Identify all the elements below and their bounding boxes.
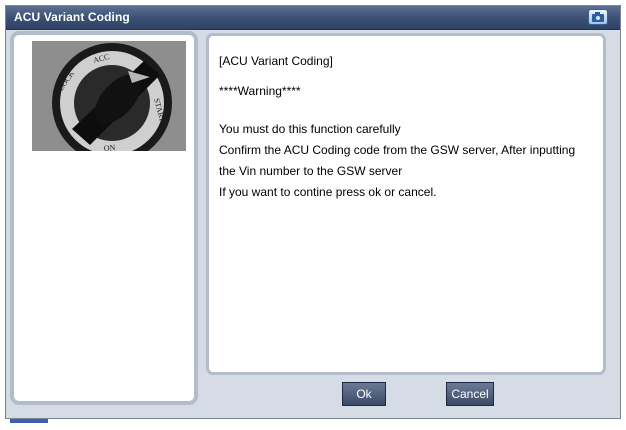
image-panel: LOCK ACC START ON (10, 31, 198, 405)
message-line: Confirm the ACU Coding code from the GSW… (219, 143, 576, 157)
message-line: If you want to contine press ok or cance… (219, 185, 437, 199)
ignition-key-icon: LOCK ACC START ON (32, 41, 186, 151)
message-panel: [ACU Variant Coding] ****Warning**** You… (206, 33, 606, 375)
camera-icon[interactable] (588, 9, 608, 25)
message-line: You must do this function carefully (219, 122, 401, 136)
ok-button[interactable]: Ok (342, 382, 386, 406)
warning-text: ****Warning**** (219, 84, 301, 98)
title-bar[interactable]: ACU Variant Coding (6, 6, 620, 30)
window-title: ACU Variant Coding (14, 10, 130, 24)
cancel-button[interactable]: Cancel (446, 382, 494, 406)
message-heading: [ACU Variant Coding] (219, 54, 333, 68)
message-line: the Vin number to the GSW server (219, 164, 403, 178)
key-label-on: ON (103, 143, 116, 151)
corner-marker (10, 419, 48, 423)
